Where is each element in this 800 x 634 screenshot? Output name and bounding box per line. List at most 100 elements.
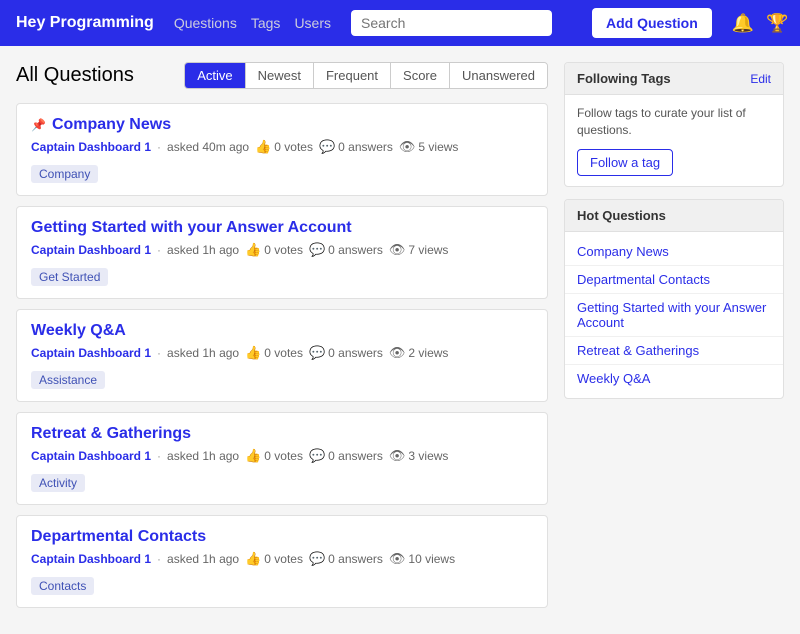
following-tags-description: Follow tags to curate your list of quest… <box>577 105 771 139</box>
question-title[interactable]: Retreat & Gatherings <box>31 425 533 443</box>
hot-question-item[interactable]: Weekly Q&A <box>565 365 783 392</box>
nav-icons: 🔔 🏆 <box>732 9 800 37</box>
votes-meta: 👍 0 votes <box>245 345 303 361</box>
question-card: 📌 Company News Captain Dashboard 1 · ask… <box>16 103 548 196</box>
filter-tab-score[interactable]: Score <box>391 63 450 88</box>
question-title-text: Getting Started with your Answer Account <box>31 219 352 237</box>
nav-link-questions[interactable]: Questions <box>174 15 237 31</box>
question-time: asked 1h ago <box>167 449 239 463</box>
question-tag[interactable]: Assistance <box>31 371 105 389</box>
question-tag[interactable]: Company <box>31 165 98 183</box>
question-title[interactable]: Getting Started with your Answer Account <box>31 219 533 237</box>
question-card: Weekly Q&A Captain Dashboard 1 · asked 1… <box>16 309 548 402</box>
hot-question-item[interactable]: Departmental Contacts <box>565 266 783 294</box>
meta-dot: · <box>157 243 161 257</box>
question-meta: Captain Dashboard 1 · asked 1h ago 👍 0 v… <box>31 345 533 361</box>
following-tags-body: Follow tags to curate your list of quest… <box>565 95 783 186</box>
search-input[interactable] <box>351 10 552 36</box>
author-link[interactable]: Captain Dashboard 1 <box>31 140 151 154</box>
views-meta: 👁 5 views <box>399 139 459 155</box>
question-title[interactable]: Departmental Contacts <box>31 528 533 546</box>
author-link[interactable]: Captain Dashboard 1 <box>31 346 151 360</box>
bell-icon[interactable]: 🔔 <box>732 13 754 34</box>
meta-dot: · <box>157 140 161 154</box>
votes-count: 0 votes <box>264 243 303 257</box>
question-title-text: Weekly Q&A <box>31 322 126 340</box>
votes-meta: 👍 0 votes <box>255 139 313 155</box>
author-link[interactable]: Captain Dashboard 1 <box>31 243 151 257</box>
add-question-button[interactable]: Add Question <box>592 8 712 38</box>
answers-meta: 💬 0 answers <box>309 551 383 567</box>
answers-meta: 💬 0 answers <box>319 139 393 155</box>
answers-meta: 💬 0 answers <box>309 242 383 258</box>
meta-dot: · <box>157 449 161 463</box>
thumbs-up-icon: 👍 <box>255 139 271 155</box>
views-count: 10 views <box>408 552 455 566</box>
views-meta: 👁 10 views <box>389 551 455 567</box>
eye-icon: 👁 <box>399 139 416 155</box>
question-meta: Captain Dashboard 1 · asked 40m ago 👍 0 … <box>31 139 533 155</box>
question-title-text: Departmental Contacts <box>31 528 206 546</box>
answers-meta: 💬 0 answers <box>309 345 383 361</box>
question-tag[interactable]: Activity <box>31 474 85 492</box>
question-meta: Captain Dashboard 1 · asked 1h ago 👍 0 v… <box>31 448 533 464</box>
question-title[interactable]: Weekly Q&A <box>31 322 533 340</box>
answers-count: 0 answers <box>328 552 383 566</box>
eye-icon: 👁 <box>389 242 406 258</box>
hot-questions-list: Company NewsDepartmental ContactsGetting… <box>565 232 783 398</box>
meta-dot: · <box>157 346 161 360</box>
thumbs-up-icon: 👍 <box>245 242 261 258</box>
views-meta: 👁 7 views <box>389 242 449 258</box>
nav-link-users[interactable]: Users <box>294 15 331 31</box>
question-title-text: Retreat & Gatherings <box>31 425 191 443</box>
votes-meta: 👍 0 votes <box>245 242 303 258</box>
filter-tab-active[interactable]: Active <box>185 63 245 88</box>
answers-count: 0 answers <box>328 346 383 360</box>
following-tags-title: Following Tags <box>577 71 671 86</box>
thumbs-up-icon: 👍 <box>245 345 261 361</box>
filter-tab-newest[interactable]: Newest <box>246 63 314 88</box>
nav-link-tags[interactable]: Tags <box>251 15 281 31</box>
page-title: All Questions <box>16 64 134 87</box>
question-card: Getting Started with your Answer Account… <box>16 206 548 299</box>
eye-icon: 👁 <box>389 345 406 361</box>
following-tags-edit[interactable]: Edit <box>750 72 771 86</box>
nav-links: Questions Tags Users <box>174 15 331 31</box>
votes-meta: 👍 0 votes <box>245 551 303 567</box>
question-tag[interactable]: Contacts <box>31 577 94 595</box>
views-count: 5 views <box>418 140 458 154</box>
question-title[interactable]: 📌 Company News <box>31 116 533 134</box>
hot-questions-card: Hot Questions Company NewsDepartmental C… <box>564 199 784 399</box>
votes-count: 0 votes <box>264 449 303 463</box>
hot-question-item[interactable]: Retreat & Gatherings <box>565 337 783 365</box>
author-link[interactable]: Captain Dashboard 1 <box>31 552 151 566</box>
thumbs-up-icon: 👍 <box>245 551 261 567</box>
votes-count: 0 votes <box>264 552 303 566</box>
comment-icon: 💬 <box>309 551 325 567</box>
follow-tag-button[interactable]: Follow a tag <box>577 149 673 176</box>
hot-questions-title: Hot Questions <box>577 208 666 223</box>
question-time: asked 1h ago <box>167 243 239 257</box>
filter-tab-unanswered[interactable]: Unanswered <box>450 63 547 88</box>
author-link[interactable]: Captain Dashboard 1 <box>31 449 151 463</box>
hot-question-item[interactable]: Getting Started with your Answer Account <box>565 294 783 337</box>
questions-list: 📌 Company News Captain Dashboard 1 · ask… <box>16 103 548 608</box>
thumbs-up-icon: 👍 <box>245 448 261 464</box>
comment-icon: 💬 <box>309 242 325 258</box>
answers-count: 0 answers <box>328 449 383 463</box>
question-time: asked 40m ago <box>167 140 249 154</box>
comment-icon: 💬 <box>319 139 335 155</box>
views-count: 7 views <box>408 243 448 257</box>
filter-tab-frequent[interactable]: Frequent <box>314 63 391 88</box>
question-tag[interactable]: Get Started <box>31 268 108 286</box>
views-count: 2 views <box>408 346 448 360</box>
question-card: Retreat & Gatherings Captain Dashboard 1… <box>16 412 548 505</box>
question-meta: Captain Dashboard 1 · asked 1h ago 👍 0 v… <box>31 551 533 567</box>
trophy-icon[interactable]: 🏆 <box>766 13 788 34</box>
comment-icon: 💬 <box>309 448 325 464</box>
hot-question-item[interactable]: Company News <box>565 238 783 266</box>
page-header: All Questions Active Newest Frequent Sco… <box>16 62 548 89</box>
answers-count: 0 answers <box>328 243 383 257</box>
brand-logo: Hey Programming <box>16 14 154 32</box>
answers-meta: 💬 0 answers <box>309 448 383 464</box>
